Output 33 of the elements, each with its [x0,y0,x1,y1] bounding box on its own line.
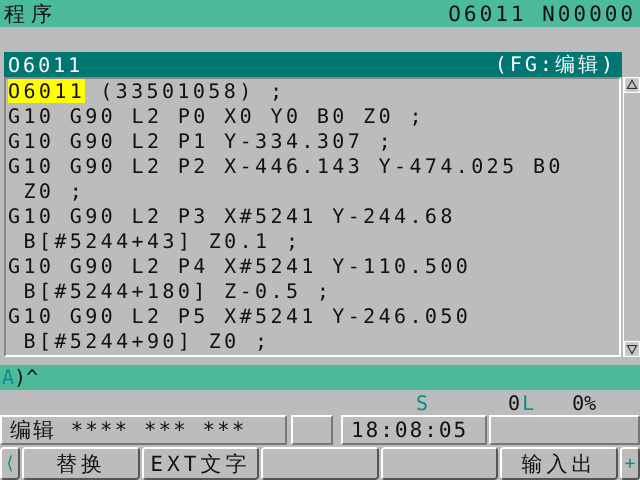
soft-key[interactable]: 输入出 [500,447,618,480]
spindle-value: 0 [508,390,520,414]
soft-key[interactable]: EXT文字 [142,447,260,480]
code-line: B[#5244+43] Z0.1 ; [22,229,302,253]
status-cell [291,415,333,445]
code-line: G10 G90 L2 P4 X#5241 Y-110.500 [8,254,472,278]
soft-key[interactable] [261,447,379,480]
code-line: (33501058) ; [100,79,286,103]
scroll-up-icon[interactable] [624,77,640,93]
input-text: )^ [14,365,38,389]
program-number: O6011 N00000 [448,2,636,26]
code-line: G10 G90 L2 P2 X-446.143 Y-474.025 B0 [8,154,564,178]
load-label: L [522,390,534,414]
code-line: G10 G90 L2 P3 X#5241 Y-244.68 [8,204,456,228]
scrollbar[interactable] [623,77,640,357]
edit-mode-label: (FG:编辑) [494,51,616,78]
code-line: G10 G90 L2 P5 X#5241 Y-246.050 [8,304,472,328]
program-name: O6011 [8,52,84,76]
screen-title: 程序 [4,0,58,28]
code-line: B[#5244+90] Z0 ; [22,329,270,353]
code-line: G10 G90 L2 P0 X0 Y0 B0 Z0 ; [8,104,425,128]
cursor-word[interactable]: O6011 [8,79,86,103]
code-line: B[#5244+180] Z-0.5 ; [22,279,332,303]
clock: 18:08:05 [341,415,487,445]
code-line: Z0 ; [22,179,86,203]
load-value: 0% [572,390,596,414]
spindle-label: S [416,390,428,414]
soft-key[interactable]: 替换 [22,447,140,480]
soft-key[interactable] [380,447,498,480]
scroll-down-icon[interactable] [624,341,640,357]
code-line: G10 G90 L2 P1 Y-334.307 ; [8,129,394,153]
mode-status: 编辑 **** *** *** [0,415,287,445]
prompt-letter: A [2,365,14,389]
